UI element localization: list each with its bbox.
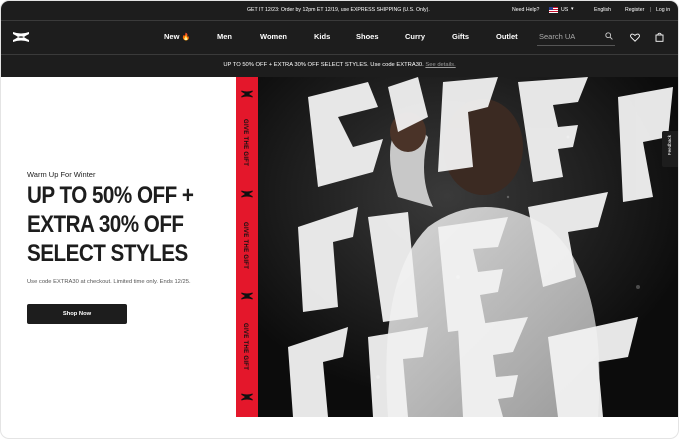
ua-logo-icon[interactable]	[11, 30, 31, 44]
register-link[interactable]: Register	[625, 7, 644, 13]
bag-icon[interactable]	[655, 32, 664, 42]
headline-line: SELECT STYLES	[27, 240, 188, 267]
search-icon[interactable]	[605, 32, 613, 40]
strip-text: GIVE THE GIFT	[242, 119, 248, 167]
feedback-label: Feedback	[667, 135, 672, 156]
nav-item-outlet[interactable]: Outlet	[496, 32, 518, 41]
search-input[interactable]	[539, 31, 601, 42]
nav-item-kids[interactable]: Kids	[314, 32, 330, 41]
nav-item-shoes[interactable]: Shoes	[356, 32, 379, 41]
ua-logo-icon	[241, 190, 253, 198]
ua-logo-icon	[241, 292, 253, 300]
hero-eyebrow: Warm Up For Winter	[27, 170, 96, 179]
divider: |	[650, 7, 652, 13]
page-frame: GET IT 12/23: Order by 12pm ET 12/19, us…	[1, 1, 678, 438]
feedback-tab[interactable]: Feedback	[662, 131, 678, 167]
search-box[interactable]	[537, 29, 615, 46]
promo-text: UP TO 50% OFF + EXTRA 30% OFF SELECT STY…	[223, 62, 424, 68]
nav-item-gifts[interactable]: Gifts	[452, 32, 469, 41]
hero-image[interactable]: GIVE THE GIFT GIVE THE GIFT GIVE THE GIF…	[236, 77, 678, 417]
need-help-link[interactable]: Need Help?	[512, 7, 539, 13]
login-link[interactable]: Log in	[656, 7, 670, 13]
flag-us-icon[interactable]	[549, 7, 558, 13]
nav-item-women[interactable]: Women	[260, 32, 287, 41]
heart-icon[interactable]	[630, 33, 640, 42]
country-selector[interactable]: US	[561, 7, 568, 13]
see-details-link[interactable]: See details.	[425, 62, 455, 68]
headline-line: UP TO 50% OFF +	[27, 182, 194, 209]
fire-icon: 🔥	[181, 34, 191, 41]
ua-logo-icon	[241, 90, 253, 98]
nav-item-curry[interactable]: Curry	[405, 32, 425, 41]
red-strip: GIVE THE GIFT GIVE THE GIFT GIVE THE GIF…	[236, 77, 258, 417]
nav-item-men[interactable]: Men	[217, 32, 232, 41]
hero-photo	[258, 77, 678, 417]
strip-text: GIVE THE GIFT	[242, 222, 248, 270]
language-selector[interactable]: English	[594, 7, 611, 13]
shipping-promo[interactable]: GET IT 12/23: Order by 12pm ET 12/19, us…	[247, 7, 430, 13]
ua-logo-icon	[241, 393, 253, 401]
strip-text: GIVE THE GIFT	[242, 323, 248, 371]
utility-bar: GET IT 12/23: Order by 12pm ET 12/19, us…	[1, 1, 678, 20]
nav-item-new[interactable]: New 🔥	[164, 32, 190, 41]
shop-now-button[interactable]: Shop Now	[27, 304, 127, 324]
chevron-down-icon[interactable]: ▾	[571, 6, 574, 12]
hero-subcopy: Use code EXTRA30 at checkout. Limited ti…	[27, 279, 191, 285]
main-nav: New 🔥 Men Women Kids Shoes Curry Gifts O…	[1, 20, 678, 55]
headline-line: EXTRA 30% OFF	[27, 211, 184, 238]
hero-headline: UP TO 50% OFF + EXTRA 30% OFF SELECT STY…	[27, 181, 203, 268]
promo-banner: UP TO 50% OFF + EXTRA 30% OFF SELECT STY…	[1, 54, 678, 77]
